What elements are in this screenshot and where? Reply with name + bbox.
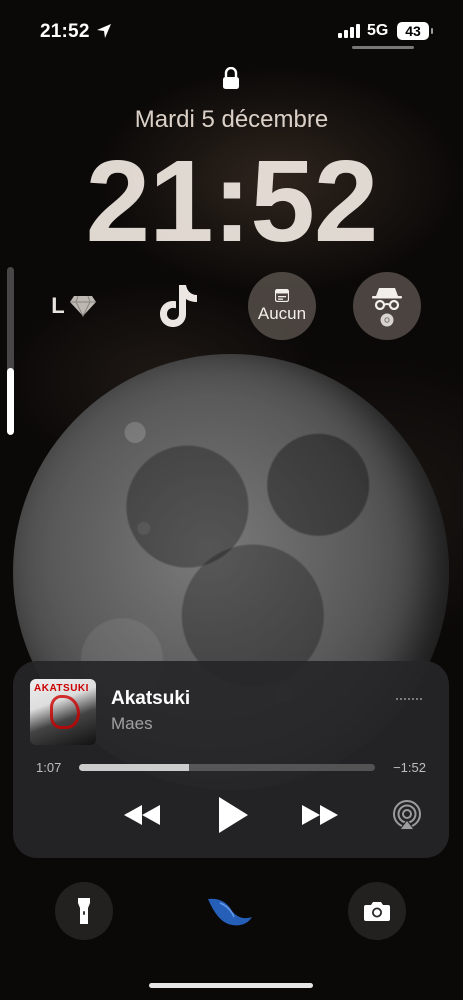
airplay-button[interactable] xyxy=(390,794,424,836)
play-button[interactable] xyxy=(213,794,253,836)
l-widget[interactable]: L xyxy=(40,272,108,340)
album-art-text: AKATSUKI xyxy=(34,683,89,694)
blue-bird-decoration xyxy=(208,898,252,926)
elapsed-time: 1:07 xyxy=(36,760,62,775)
network-type: 5G xyxy=(367,22,389,39)
lock-icon xyxy=(223,67,239,89)
home-indicator[interactable] xyxy=(149,983,313,988)
song-title: Akatsuki xyxy=(111,688,191,709)
diamond-icon xyxy=(69,295,96,317)
play-icon xyxy=(219,797,248,833)
rewind-icon xyxy=(124,805,160,825)
camera-icon xyxy=(364,902,390,921)
calendar-icon xyxy=(275,288,289,302)
camera-button[interactable] xyxy=(348,882,406,940)
rewind-button[interactable] xyxy=(119,794,165,836)
album-art-graphic xyxy=(50,695,80,729)
tiktok-widget[interactable] xyxy=(144,272,212,340)
chrome-icon xyxy=(380,313,394,326)
now-playing-widget[interactable]: AKATSUKI Akatsuki Maes 1:07 −1:52 xyxy=(13,661,449,858)
incognito-icon xyxy=(372,287,402,310)
album-art[interactable]: AKATSUKI xyxy=(30,679,96,745)
status-bar: 21:52 5G 43 xyxy=(0,18,463,49)
incognito-widget[interactable] xyxy=(353,272,421,340)
location-arrow-icon xyxy=(97,24,111,38)
playback-scrubber[interactable] xyxy=(79,764,375,771)
volume-slider[interactable] xyxy=(7,267,14,435)
l-widget-label: L xyxy=(51,293,65,318)
lock-clock: 21:52 xyxy=(85,136,379,266)
lock-date: Mardi 5 décembre xyxy=(134,106,329,133)
remaining-time: −1:52 xyxy=(393,760,426,775)
airplay-icon xyxy=(393,800,421,830)
fast-forward-button[interactable] xyxy=(297,794,343,836)
battery-indicator: 43 xyxy=(397,22,433,40)
volume-level xyxy=(7,367,14,435)
playback-progress xyxy=(79,764,189,771)
status-indicator-bar xyxy=(352,46,414,49)
flashlight-button[interactable] xyxy=(55,882,113,940)
flashlight-icon xyxy=(78,898,90,924)
fast-forward-icon xyxy=(302,805,338,825)
song-artist: Maes xyxy=(111,714,153,733)
calendar-widget[interactable]: Aucun xyxy=(248,272,316,340)
tiktok-icon xyxy=(160,285,197,327)
calendar-widget-label: Aucun xyxy=(257,303,307,323)
audio-waveform-icon xyxy=(396,698,422,700)
status-time: 21:52 xyxy=(40,21,90,42)
cellular-signal-icon xyxy=(338,24,360,38)
